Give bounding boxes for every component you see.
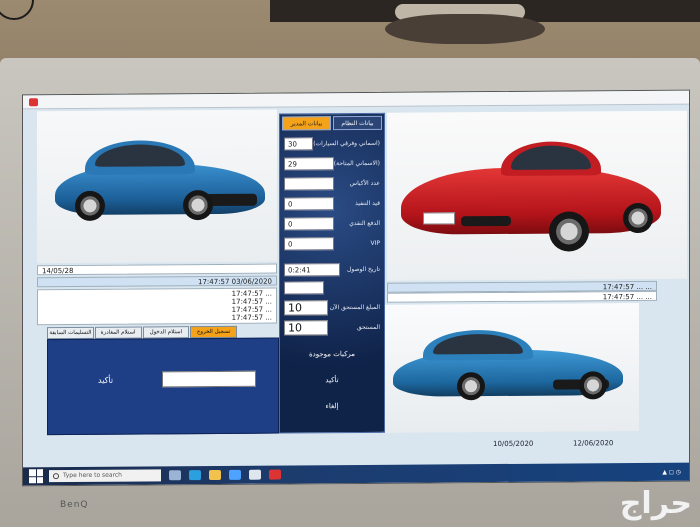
field-row: 0 قيد التنفيذ [284,196,380,211]
blank-input[interactable] [284,280,324,295]
car-image-top-right [387,110,687,281]
system-tray: ▲ ◻ ◷ [662,468,681,476]
field-input[interactable]: 30 [284,136,314,151]
timer-value: 0:2:41 [284,262,340,277]
app-icon[interactable] [269,469,281,480]
taskbar-search[interactable]: Type here to search [49,469,161,483]
app-logo-icon [29,98,38,107]
count-value[interactable]: 10 [284,299,328,316]
edge-icon[interactable] [189,470,201,481]
count-label: المبلغ المستحق الآن [329,303,380,311]
store-icon[interactable] [229,469,241,480]
count-value[interactable]: 10 [284,319,328,336]
timer-row: 0:2:41 تاريخ الوصول [284,262,380,277]
tab-logout[interactable]: تسجيل الخروج [190,325,237,339]
confirm-label: تأكيد [98,375,114,385]
blue-car-2 [393,327,623,409]
stool [385,14,545,44]
car-image-top-left [37,109,277,264]
field-input[interactable]: 0 [284,216,334,231]
info-time-strip: 17:47:57 03/06/2020 [37,275,277,288]
confirm-input[interactable] [162,370,256,388]
blank-row [284,280,380,295]
tab-system[interactable]: بيانات النظام [333,115,382,131]
field-row: 0 الدفع النقدي [284,216,380,231]
car-image-bottom-right [379,303,639,433]
info-date: 14/05/28 [42,266,74,276]
windows-taskbar: Type here to search ▲ ◻ ◷ [23,462,689,486]
task-view-icon[interactable] [169,470,181,481]
field-label: عدد الأكياس [349,179,380,187]
info-date-strip: 14/05/28 [37,263,277,276]
count-row-2: 10 المستحق [284,319,380,336]
app-titlebar [23,90,689,110]
red-car [401,141,661,253]
info-time: 17:47:57 03/06/2020 [197,277,272,287]
windows-start-icon[interactable] [29,469,43,484]
app-screen: 14/05/28 17:47:57 03/06/2020 17:47:57 ..… [22,89,690,487]
vehicles-present-button[interactable]: مركبات موجودة [290,350,374,359]
right-info-2: 17:47:57 ... ... [387,290,657,303]
monitor-brand: BenQ [60,500,89,510]
field-input[interactable]: 0 [284,236,334,251]
log-list: 17:47:57 ... 17:47:57 ... 17:47:57 ... 1… [37,287,277,326]
watermark-logo: حراج [619,486,692,521]
confirm-button[interactable]: تأكيد [290,376,374,385]
blue-car [55,134,265,225]
cancel-button[interactable]: إلغاء [290,402,374,411]
vehicle-form-panel: بيانات المدير بيانات النظام 30 (اسماني و… [279,112,385,434]
field-input[interactable] [284,176,334,191]
confirm-panel: تأكيد [47,337,279,436]
field-row: 29 (الاسماني المتاحة) [284,156,380,171]
count-label: المستحق [356,323,380,331]
timer-label: تاريخ الوصول [347,265,380,273]
field-label: (الاسماني المتاحة) [333,159,380,167]
form-tabs: بيانات المدير بيانات النظام [282,115,382,131]
tab-previous[interactable]: التسليمات السابقة [47,326,94,340]
log-line: 17:47:57 ... [231,313,272,322]
right-info-text: 17:47:57 ... ... [602,292,652,302]
field-row: 30 (اسماني وفرقي السيارات) [284,136,380,151]
field-input[interactable]: 29 [284,156,334,171]
field-label: قيد التنفيذ [355,199,380,207]
right-bottom-1: 10/05/2020 [493,439,534,449]
count-row-1: 10 المبلغ المستحق الآن [284,299,380,316]
field-label: VIP [370,239,381,247]
field-row: عدد الأكياس [284,176,380,191]
mail-icon[interactable] [249,469,261,480]
tab-entry[interactable]: استلام الدخول [142,326,190,339]
field-input[interactable]: 0 [284,196,334,211]
field-label: الدفع النقدي [349,219,380,227]
field-label: (اسماني وفرقي السيارات) [313,139,380,147]
right-bottom-2: 12/06/2020 [573,439,614,448]
field-row: 0 VIP [284,236,380,251]
explorer-icon[interactable] [209,469,221,481]
tab-departure[interactable]: استلام المغادرة [94,326,142,339]
tab-manager[interactable]: بيانات المدير [282,116,331,131]
